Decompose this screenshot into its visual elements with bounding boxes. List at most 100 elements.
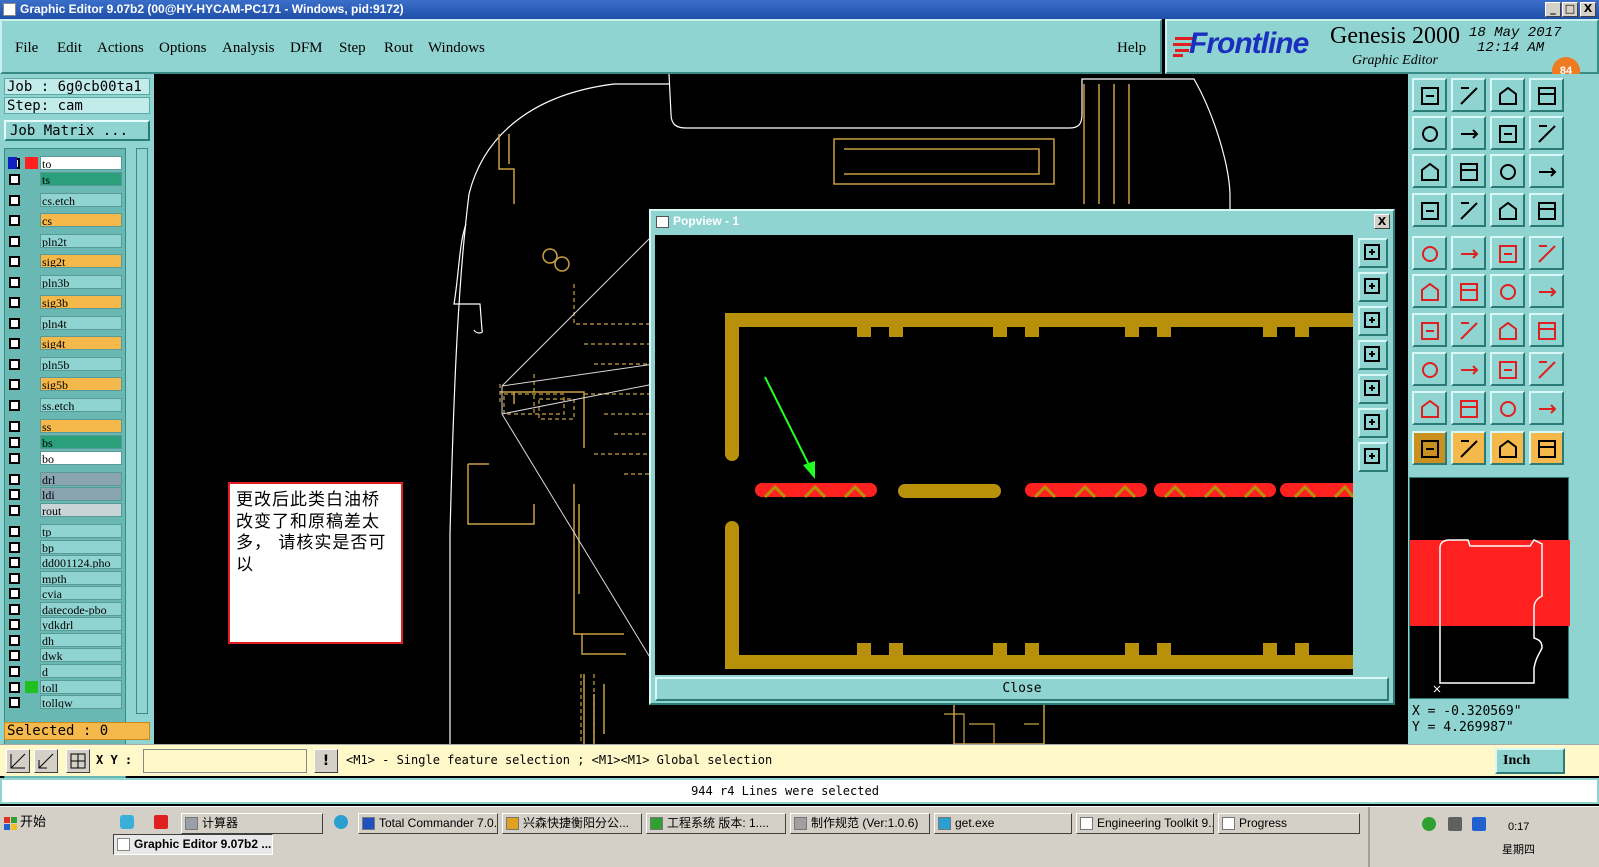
layer-row-6[interactable]: pln3b: [6, 275, 122, 289]
layer-name[interactable]: pln3b: [40, 275, 122, 289]
flip-view-button[interactable]: [1490, 116, 1525, 150]
layer-row-18[interactable]: rout: [6, 503, 122, 517]
layer-name[interactable]: datecode-pbo: [40, 602, 122, 616]
layer-name[interactable]: dwk: [40, 648, 122, 662]
layer-name[interactable]: sig3b: [40, 295, 122, 309]
layer-checkbox[interactable]: [9, 557, 20, 568]
layer-checkbox[interactable]: [9, 682, 20, 693]
layer-checkbox[interactable]: [9, 650, 20, 661]
taskbar-item-6[interactable]: Engineering Toolkit 9....: [1076, 813, 1214, 834]
layer-checkbox[interactable]: [9, 277, 20, 288]
layer-name[interactable]: rout: [40, 503, 122, 517]
slash-line-button[interactable]: [1451, 313, 1486, 347]
layer-row-3[interactable]: cs: [6, 213, 122, 227]
layer-name[interactable]: drl: [40, 472, 122, 486]
layer-checkbox[interactable]: [9, 421, 20, 432]
layer-name[interactable]: tollqw: [40, 695, 122, 709]
zoom-out-view-button[interactable]: [1451, 78, 1486, 112]
layer-checkbox[interactable]: [9, 697, 20, 708]
page-view-button[interactable]: [1529, 78, 1564, 112]
job-matrix-button[interactable]: Job Matrix ...: [4, 120, 150, 141]
layer-name[interactable]: mpth: [40, 571, 122, 585]
layer-checkbox[interactable]: [9, 573, 20, 584]
layer-checkbox[interactable]: [9, 359, 20, 370]
layer-checkbox[interactable]: [9, 619, 20, 630]
layer-checkbox[interactable]: [9, 453, 20, 464]
home-view-button[interactable]: [1490, 78, 1525, 112]
ruler-button[interactable]: [1490, 236, 1525, 270]
triangle-d-button[interactable]: [1529, 391, 1564, 425]
draw-line-button[interactable]: [1412, 313, 1447, 347]
layer-row-19[interactable]: tp: [6, 524, 122, 538]
layer-name[interactable]: ts: [40, 172, 122, 186]
menu-windows[interactable]: Windows: [428, 40, 485, 57]
layer-name[interactable]: cs.etch: [40, 193, 122, 207]
popview-page-button[interactable]: [1358, 306, 1388, 336]
menu-analysis[interactable]: Analysis: [222, 40, 275, 57]
layer-row-13[interactable]: ss: [6, 419, 122, 433]
layer-red-a-button[interactable]: [1490, 193, 1525, 227]
layer-name[interactable]: pln2t: [40, 234, 122, 248]
pan-right-button[interactable]: [1451, 116, 1486, 150]
layer-name[interactable]: sig2t: [40, 254, 122, 268]
add-pad-button[interactable]: [1412, 236, 1447, 270]
layer-checkbox[interactable]: [9, 604, 20, 615]
help-query-button[interactable]: [1529, 154, 1564, 188]
popview-right-button[interactable]: [1358, 374, 1388, 404]
menu-help[interactable]: Help: [1117, 40, 1146, 57]
center-line-button[interactable]: [1451, 352, 1486, 386]
dimension-button[interactable]: [1490, 352, 1525, 386]
layer-row-28[interactable]: d: [6, 664, 122, 678]
layer-checkbox[interactable]: [9, 215, 20, 226]
add-shape-button[interactable]: [1451, 236, 1486, 270]
layer-checkbox[interactable]: [9, 236, 20, 247]
layer-checkbox[interactable]: [9, 489, 20, 500]
triangle-c-button[interactable]: [1490, 391, 1525, 425]
layer-name[interactable]: sig5b: [40, 377, 122, 391]
layer-name[interactable]: ldi: [40, 487, 122, 501]
popview-zoom-button[interactable]: [1358, 238, 1388, 268]
maximize-button[interactable]: □: [1562, 2, 1578, 17]
taskbar-item-3[interactable]: 工程系统 版本: 1....: [646, 813, 786, 834]
layer-row-1[interactable]: ts: [6, 172, 122, 186]
layer-checkbox[interactable]: [9, 297, 20, 308]
layer-name[interactable]: bo: [40, 451, 122, 465]
grid-tool-button[interactable]: [66, 749, 90, 773]
taskbar-active-item[interactable]: Graphic Editor 9.07b2 ...: [113, 834, 273, 855]
menu-step[interactable]: Step: [339, 40, 366, 57]
layer-row-29[interactable]: toll: [6, 680, 122, 694]
layer-row-20[interactable]: bp: [6, 540, 122, 554]
zoom-home-button[interactable]: [1412, 78, 1447, 112]
move-node-button[interactable]: [1490, 274, 1525, 308]
browser-icon[interactable]: [334, 815, 348, 829]
layer-row-16[interactable]: drl: [6, 472, 122, 486]
menu-edit[interactable]: Edit: [57, 40, 82, 57]
layer-checkbox[interactable]: [9, 526, 20, 537]
pattern-button[interactable]: [1529, 352, 1564, 386]
popview-close-x-button[interactable]: X: [1374, 214, 1390, 229]
layer-row-0[interactable]: to: [6, 156, 122, 170]
layer-row-24[interactable]: datecode-pbo: [6, 602, 122, 616]
pan-left-button[interactable]: [1412, 116, 1447, 150]
popview-left-button[interactable]: [1358, 340, 1388, 370]
layer-name[interactable]: pln5b: [40, 357, 122, 371]
layer-row-12[interactable]: ss.etch: [6, 398, 122, 412]
layer-list-scrollbar[interactable]: [136, 148, 148, 714]
layer-row-30[interactable]: tollqw: [6, 695, 122, 709]
layer-row-10[interactable]: pln5b: [6, 357, 122, 371]
overview-map[interactable]: [1409, 477, 1570, 699]
layer-checkbox[interactable]: [9, 400, 20, 411]
taskbar-item-7[interactable]: Progress: [1218, 813, 1360, 834]
layer-checkbox[interactable]: [9, 379, 20, 390]
layer-name[interactable]: cs: [40, 213, 122, 227]
layer-checkbox[interactable]: [9, 195, 20, 206]
menu-rout[interactable]: Rout: [384, 40, 413, 57]
menu-file[interactable]: File: [15, 40, 38, 57]
layer-checkbox[interactable]: [9, 437, 20, 448]
connect-nodes-button[interactable]: [1412, 274, 1447, 308]
layer-row-23[interactable]: cvia: [6, 586, 122, 600]
layer-checkbox[interactable]: [9, 505, 20, 516]
add-point-button[interactable]: [1412, 352, 1447, 386]
layer-checkbox[interactable]: [9, 338, 20, 349]
select-arrow-button[interactable]: [1412, 431, 1447, 465]
